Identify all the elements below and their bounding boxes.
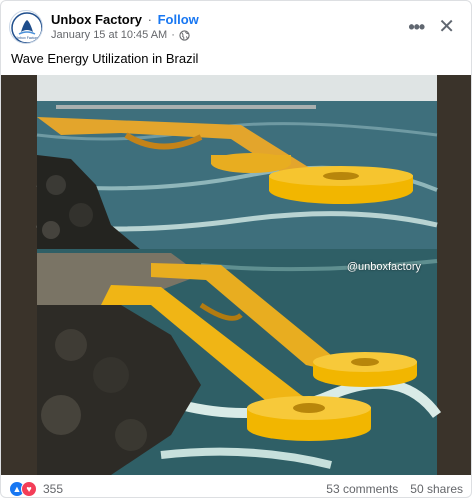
name-separator: ·	[147, 11, 152, 27]
name-row: Unbox Factory · Follow	[51, 12, 199, 28]
time-row: January 15 at 10:45 AM ·	[51, 28, 199, 43]
post-header: Unbox Factory Unbox Factory · Follow Jan…	[9, 7, 463, 47]
reactions-summary[interactable]: ▲ ♥ 355	[9, 481, 63, 497]
more-horizontal-icon[interactable]: •••	[408, 18, 425, 36]
close-icon[interactable]: ✕	[438, 17, 455, 37]
love-icon: ♥	[21, 481, 37, 497]
post-image[interactable]: @unboxfactory	[1, 75, 471, 475]
post-caption: Wave Energy Utilization in Brazil	[11, 51, 199, 66]
page-name[interactable]: Unbox Factory	[51, 12, 142, 27]
header-actions: ••• ✕	[408, 17, 463, 37]
comments-count[interactable]: 53 comments	[326, 482, 398, 496]
engagement-bar: ▲ ♥ 355 53 comments 50 shares	[9, 479, 463, 497]
engagement-stats: 53 comments 50 shares	[326, 482, 463, 496]
post-timestamp[interactable]: January 15 at 10:45 AM	[51, 28, 167, 43]
post-card: Unbox Factory Unbox Factory · Follow Jan…	[0, 0, 472, 498]
avatar[interactable]: Unbox Factory	[9, 10, 43, 44]
timestamp-separator: ·	[171, 28, 175, 41]
follow-button[interactable]: Follow	[158, 12, 199, 27]
post-meta: Unbox Factory · Follow January 15 at 10:…	[51, 12, 199, 43]
shares-count[interactable]: 50 shares	[410, 482, 463, 496]
image-watermark: @unboxfactory	[346, 261, 421, 273]
globe-icon	[179, 29, 190, 41]
wave-energy-photo	[1, 75, 471, 475]
avatar-text: Unbox Factory	[16, 36, 39, 40]
unbox-factory-logo-icon: Unbox Factory	[11, 12, 42, 43]
reactions-count: 355	[43, 482, 64, 496]
